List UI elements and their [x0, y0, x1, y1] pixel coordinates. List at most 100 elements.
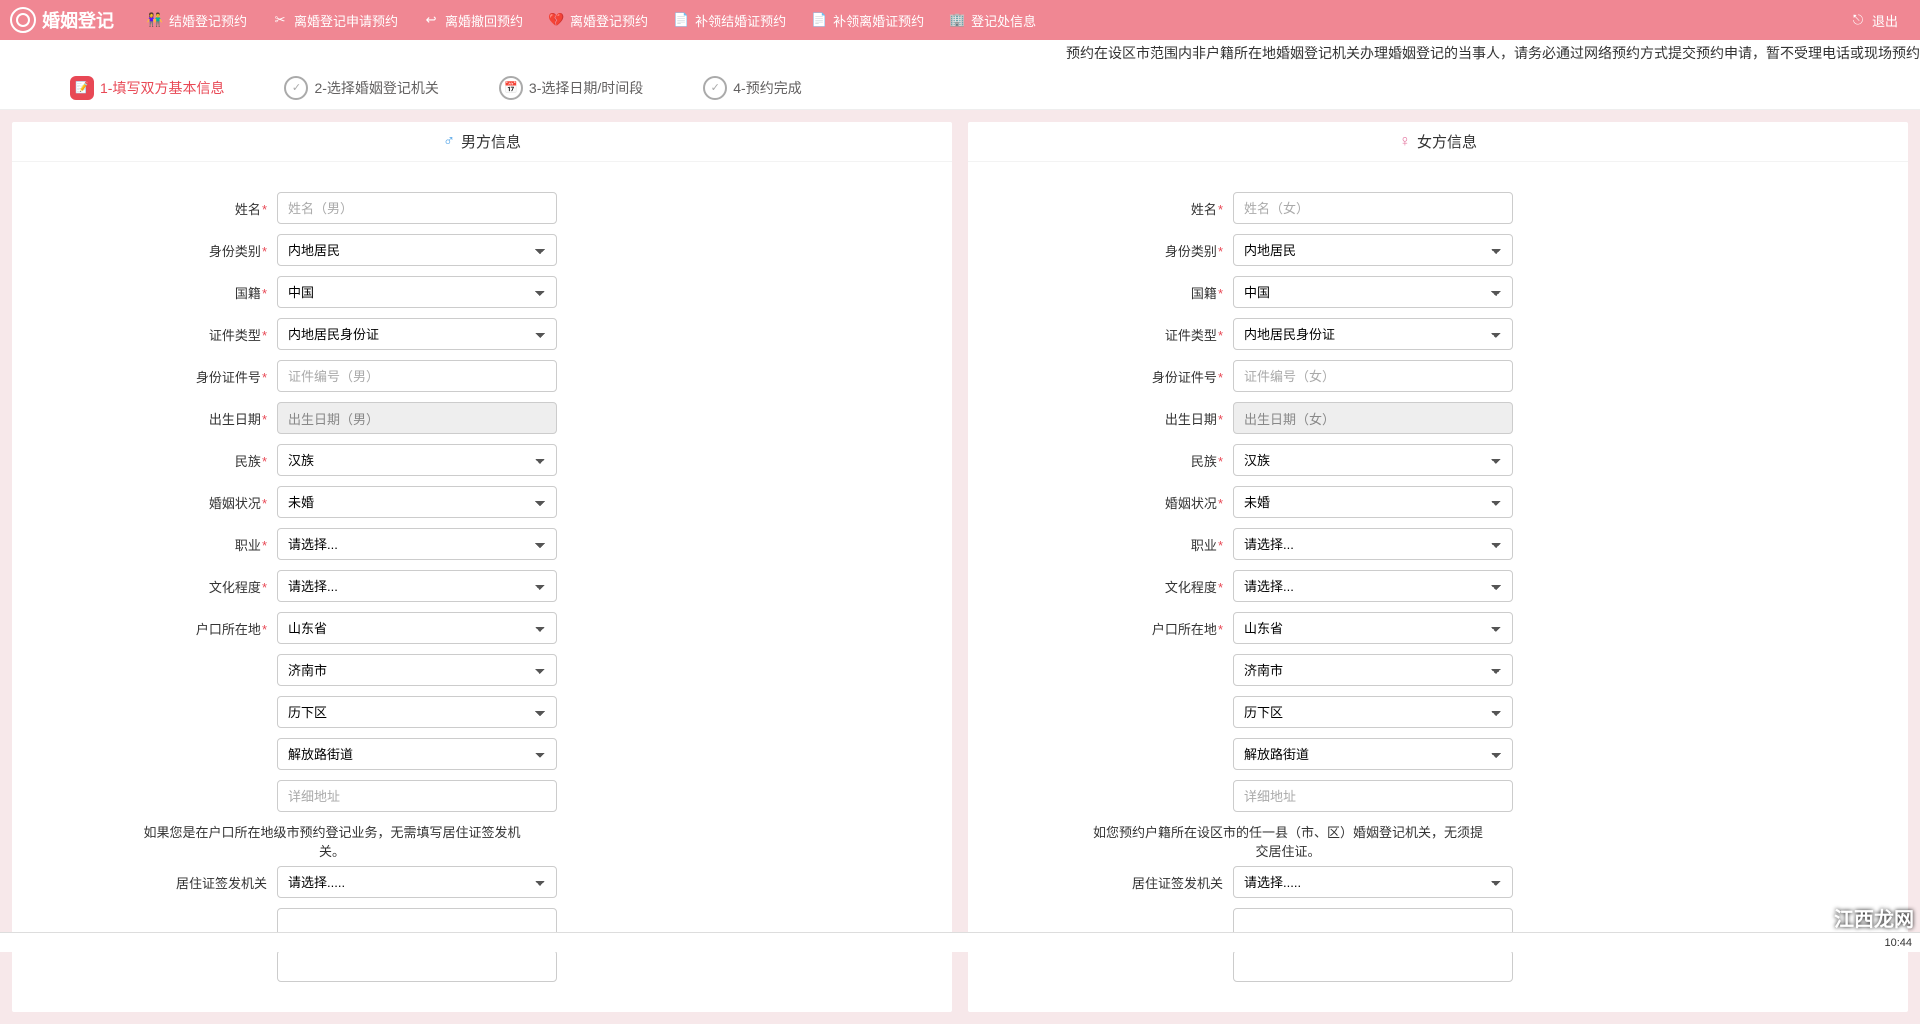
male-name-input[interactable] — [277, 192, 557, 224]
male-marital-select[interactable]: 未婚 — [277, 486, 557, 518]
nav-divorce-register[interactable]: 💔 离婚登记预约 — [535, 0, 660, 40]
label-nationality: 国籍 — [235, 286, 261, 301]
nav-label: 登记处信息 — [971, 11, 1036, 30]
female-occupation-select[interactable]: 请选择... — [1233, 528, 1513, 560]
label-education: 文化程度 — [1165, 580, 1217, 595]
nav-reissue-marriage[interactable]: 📄 补领结婚证预约 — [660, 0, 798, 40]
male-hint: 如果您是在户口所在地级市预约登记业务，无需填写居住证签发机关。 — [12, 822, 532, 860]
male-district-select[interactable]: 历下区 — [277, 696, 557, 728]
female-street-select[interactable]: 解放路街道 — [1233, 738, 1513, 770]
female-certtype-select[interactable]: 内地居民身份证 — [1233, 318, 1513, 350]
top-navigation: 婚姻登记 👫 结婚登记预约 ✂ 离婚登记申请预约 ↩ 离婚撤回预约 💔 离婚登记… — [0, 0, 1920, 40]
nav-label: 补领离婚证预约 — [833, 11, 924, 30]
step-label: 4-预约完成 — [733, 78, 801, 98]
label-education: 文化程度 — [209, 580, 261, 595]
nav-label: 结婚登记预约 — [169, 11, 247, 30]
nav-divorce-apply[interactable]: ✂ 离婚登记申请预约 — [259, 0, 410, 40]
female-name-input[interactable] — [1233, 192, 1513, 224]
label-idnumber: 身份证件号 — [1152, 370, 1217, 385]
female-marital-select[interactable]: 未婚 — [1233, 486, 1513, 518]
info-icon: 🏢 — [948, 11, 966, 29]
female-residence-select-1[interactable]: 请选择..... — [1233, 866, 1513, 898]
step-office-icon: ✓ — [284, 76, 308, 100]
nav-reissue-divorce[interactable]: 📄 补领离婚证预约 — [798, 0, 936, 40]
female-idtype-select[interactable]: 内地居民 — [1233, 234, 1513, 266]
male-province-select[interactable]: 山东省 — [277, 612, 557, 644]
female-ethnic-select[interactable]: 汉族 — [1233, 444, 1513, 476]
male-education-select[interactable]: 请选择... — [277, 570, 557, 602]
label-ethnic: 民族 — [1191, 454, 1217, 469]
female-district-select[interactable]: 历下区 — [1233, 696, 1513, 728]
label-birth: 出生日期 — [209, 412, 261, 427]
logout-icon: ⎋ — [1849, 11, 1867, 29]
taskbar-time: 10:44 — [1884, 937, 1912, 949]
male-residence-select-3[interactable] — [277, 950, 557, 982]
male-address-input[interactable] — [277, 780, 557, 812]
male-idnumber-input[interactable] — [277, 360, 557, 392]
divorce-apply-icon: ✂ — [271, 11, 289, 29]
label-ethnic: 民族 — [235, 454, 261, 469]
nav-label: 补领结婚证预约 — [695, 11, 786, 30]
male-icon: ♂ — [443, 133, 455, 151]
app-logo-icon — [10, 7, 36, 33]
female-education-select[interactable]: 请选择... — [1233, 570, 1513, 602]
female-residence-select-3[interactable] — [1233, 950, 1513, 982]
female-panel-header: ♀ 女方信息 — [968, 122, 1908, 162]
label-certtype: 证件类型 — [209, 328, 261, 343]
step-done-icon: ✓ — [703, 76, 727, 100]
label-name: 姓名 — [1191, 202, 1217, 217]
step-date-icon: 📅 — [499, 76, 523, 100]
female-address-input[interactable] — [1233, 780, 1513, 812]
nav-label: 退出 — [1872, 11, 1898, 30]
female-idnumber-input[interactable] — [1233, 360, 1513, 392]
female-hint: 如您预约户籍所在设区市的任一县（市、区）婚姻登记机关，无须提交居住证。 — [968, 822, 1488, 860]
step-form-icon: 📝 — [70, 76, 94, 100]
step-2[interactable]: ✓ 2-选择婚姻登记机关 — [284, 76, 438, 100]
male-idtype-select[interactable]: 内地居民 — [277, 234, 557, 266]
label-name: 姓名 — [235, 202, 261, 217]
step-4[interactable]: ✓ 4-预约完成 — [703, 76, 801, 100]
step-3[interactable]: 📅 3-选择日期/时间段 — [499, 76, 643, 100]
watermark: 江西龙网 — [1834, 903, 1914, 932]
nav-logout[interactable]: ⎋ 退出 — [1837, 0, 1910, 40]
label-idtype: 身份类别 — [209, 244, 261, 259]
male-city-select[interactable]: 济南市 — [277, 654, 557, 686]
taskbar: 10:44 — [0, 932, 1920, 952]
female-nationality-select[interactable]: 中国 — [1233, 276, 1513, 308]
male-nationality-select[interactable]: 中国 — [277, 276, 557, 308]
notice-text: 预约在设区市范围内非户籍所在地婚姻登记机关办理婚姻登记的当事人，请务必通过网络预… — [1066, 45, 1920, 61]
label-birth: 出生日期 — [1165, 412, 1217, 427]
label-marital: 婚姻状况 — [1165, 496, 1217, 511]
main-content: ♂ 男方信息 姓名* 身份类别* 内地居民 国籍* 中国 证件类型* 内地居民身… — [0, 110, 1920, 1024]
male-residence-select-1[interactable]: 请选择..... — [277, 866, 557, 898]
male-certtype-select[interactable]: 内地居民身份证 — [277, 318, 557, 350]
nav-label: 离婚登记申请预约 — [294, 11, 398, 30]
male-panel-header: ♂ 男方信息 — [12, 122, 952, 162]
male-street-select[interactable]: 解放路街道 — [277, 738, 557, 770]
label-household: 户口所在地 — [1152, 622, 1217, 637]
male-birth-readonly: 出生日期（男） — [277, 402, 557, 434]
nav-divorce-withdraw[interactable]: ↩ 离婚撤回预约 — [410, 0, 535, 40]
label-household: 户口所在地 — [196, 622, 261, 637]
rings-icon: 👫 — [146, 11, 164, 29]
male-occupation-select[interactable]: 请选择... — [277, 528, 557, 560]
nav-office-info[interactable]: 🏢 登记处信息 — [936, 0, 1048, 40]
app-title: 婚姻登记 — [42, 7, 114, 33]
step-bar: 📝 1-填写双方基本信息 ✓ 2-选择婚姻登记机关 📅 3-选择日期/时间段 ✓… — [0, 66, 1920, 110]
step-1[interactable]: 📝 1-填写双方基本信息 — [70, 76, 224, 100]
label-idtype: 身份类别 — [1165, 244, 1217, 259]
nav-marriage-register[interactable]: 👫 结婚登记预约 — [134, 0, 259, 40]
female-panel: ♀ 女方信息 姓名* 身份类别* 内地居民 国籍* 中国 证件类型* 内地居民身… — [968, 122, 1908, 1012]
label-nationality: 国籍 — [1191, 286, 1217, 301]
divorce-icon: 💔 — [547, 11, 565, 29]
male-ethnic-select[interactable]: 汉族 — [277, 444, 557, 476]
cert-icon: 📄 — [672, 11, 690, 29]
female-panel-title: 女方信息 — [1417, 131, 1477, 152]
step-label: 3-选择日期/时间段 — [529, 78, 643, 98]
label-marital: 婚姻状况 — [209, 496, 261, 511]
label-residence: 居住证签发机关 — [176, 876, 267, 891]
nav-label: 离婚登记预约 — [570, 11, 648, 30]
female-city-select[interactable]: 济南市 — [1233, 654, 1513, 686]
female-province-select[interactable]: 山东省 — [1233, 612, 1513, 644]
step-label: 1-填写双方基本信息 — [100, 78, 224, 98]
